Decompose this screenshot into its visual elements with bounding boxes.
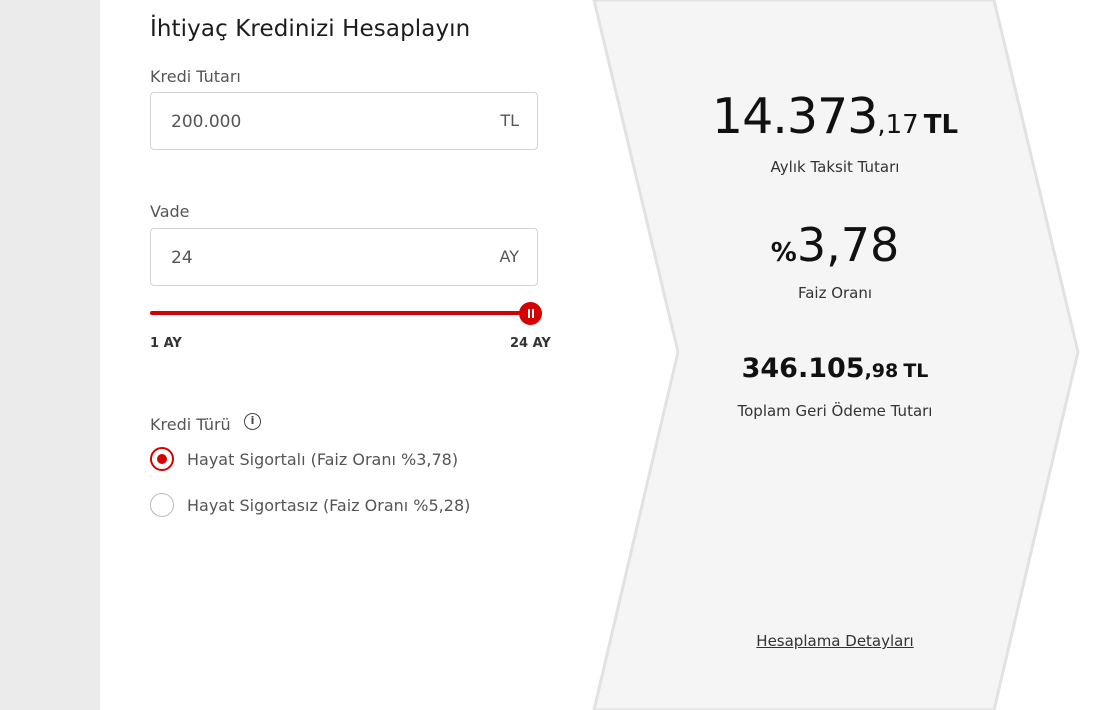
rate-number: 3,78 [796,218,900,272]
total-currency: TL [903,360,929,382]
monthly-currency: TL [923,110,959,140]
option-no-insurance[interactable]: Hayat Sigortasız (Faiz Oranı %5,28) [150,493,470,517]
term-label: Vade [150,202,190,221]
term-input[interactable] [169,229,473,287]
info-icon[interactable]: i [244,413,261,430]
term-slider-handle[interactable] [519,302,542,325]
monthly-payment-value: 14.373,17 TL [635,88,1035,145]
rate-prefix: % [770,238,797,268]
amount-unit: TL [500,111,519,130]
amount-field-box[interactable]: TL [150,92,538,151]
left-gutter [0,0,100,710]
total-decimal: ,98 [864,360,899,382]
amount-input[interactable] [169,93,473,151]
calculation-details-link[interactable]: Hesaplama Detayları [635,632,1035,650]
total-repayment-label: Toplam Geri Ödeme Tutarı [737,402,933,420]
total-repayment-value: 346.105,98 TL [635,353,1035,384]
slider-max-label: 24 AY [510,336,551,351]
interest-rate-label: Faiz Oranı [797,284,873,302]
option-no-insurance-label: Hayat Sigortasız (Faiz Oranı %5,28) [187,495,471,515]
amount-label: Kredi Tutarı [150,67,241,86]
option-life-insured[interactable]: Hayat Sigortalı (Faiz Oranı %3,78) [150,447,458,471]
monthly-main: 14.373 [711,88,878,145]
page-title: İhtiyaç Kredinizi Hesaplayın [150,16,471,42]
term-slider-track[interactable] [150,311,531,315]
radio-life-insured[interactable] [150,447,174,471]
option-life-insured-label: Hayat Sigortalı (Faiz Oranı %3,78) [187,449,459,469]
credit-type-label: Kredi Türü [150,415,231,434]
interest-rate-value: %3,78 [635,218,1035,272]
monthly-payment-label: Aylık Taksit Tutarı [770,158,900,176]
radio-no-insurance[interactable] [150,493,174,517]
term-unit: AY [499,247,519,266]
monthly-decimal: ,17 [877,110,919,140]
term-field-box[interactable]: AY [150,228,538,287]
slider-min-label: 1 AY [150,336,182,351]
total-main: 346.105 [741,353,865,384]
